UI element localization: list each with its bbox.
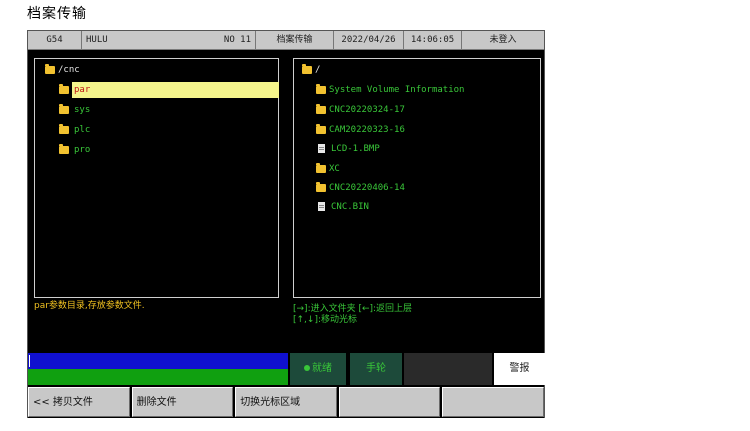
command-input-field[interactable] bbox=[28, 353, 288, 369]
list-item-label: CNC20220324-17 bbox=[329, 105, 405, 115]
time-display: 14:06:05 bbox=[404, 31, 462, 49]
right-hint-line-2: [↑,↓]:移动光标 bbox=[293, 315, 357, 325]
folder-icon bbox=[316, 83, 326, 94]
handwheel-mode-status: 手轮 bbox=[350, 353, 402, 385]
message-line bbox=[28, 369, 288, 385]
folder-icon bbox=[316, 181, 326, 192]
list-item-label: pro bbox=[74, 145, 91, 155]
copy-file-softkey[interactable]: << 拷贝文件 bbox=[28, 387, 130, 417]
list-item-label: XC bbox=[329, 164, 340, 174]
list-item[interactable]: LCD-1.BMP bbox=[316, 141, 380, 157]
coordinate-mode: G54 bbox=[28, 31, 82, 49]
folder-icon bbox=[59, 143, 69, 154]
list-item-label: System Volume Information bbox=[329, 85, 465, 95]
left-hint-text: par参数目录,存放参数文件. bbox=[34, 301, 145, 311]
date-display: 2022/04/26 bbox=[334, 31, 404, 49]
usb-file-panel[interactable]: / System Volume Information CNC20220324-… bbox=[293, 58, 541, 298]
delete-file-softkey[interactable]: 删除文件 bbox=[131, 387, 234, 417]
list-item-label: CNC.BIN bbox=[331, 202, 369, 212]
file-icon bbox=[318, 202, 325, 211]
list-item[interactable]: CNC20220406-14 bbox=[316, 180, 405, 196]
list-item[interactable]: XC bbox=[316, 161, 340, 177]
list-item[interactable]: par bbox=[59, 82, 279, 98]
folder-icon bbox=[316, 103, 326, 114]
usb-root-path: / bbox=[315, 65, 321, 75]
page-title: 档案传输 bbox=[27, 6, 87, 22]
list-item[interactable]: CAM20220323-16 bbox=[316, 122, 405, 138]
list-item[interactable]: CNC20220324-17 bbox=[316, 102, 405, 118]
local-root-row[interactable]: /cnc bbox=[45, 62, 80, 78]
list-item[interactable]: pro bbox=[59, 142, 90, 158]
alarm-button[interactable]: 警报 bbox=[494, 353, 545, 385]
folder-open-icon bbox=[45, 63, 55, 74]
cnc-screen: G54 HULU NO 11 档案传输 2022/04/26 14:06:05 … bbox=[27, 30, 545, 418]
status-dot-icon bbox=[304, 365, 310, 371]
list-item-label: sys bbox=[74, 105, 91, 115]
list-item[interactable]: CNC.BIN bbox=[316, 199, 369, 215]
status-bar: G54 HULU NO 11 档案传输 2022/04/26 14:06:05 … bbox=[28, 31, 544, 50]
folder-icon bbox=[59, 123, 69, 134]
function-name: 档案传输 bbox=[256, 31, 334, 49]
ready-label: 就绪 bbox=[312, 363, 332, 374]
program-number: NO 11 bbox=[223, 35, 251, 45]
list-item-label: CNC20220406-14 bbox=[329, 183, 405, 193]
text-cursor bbox=[29, 355, 30, 367]
file-icon bbox=[318, 144, 325, 153]
list-item[interactable]: plc bbox=[59, 122, 90, 138]
softkey-bar: << 拷贝文件 删除文件 切换光标区域 bbox=[28, 387, 544, 418]
softkey-4[interactable] bbox=[338, 387, 441, 417]
list-item[interactable]: System Volume Information bbox=[316, 82, 464, 98]
list-item-label: LCD-1.BMP bbox=[331, 144, 380, 154]
right-hint-line-1: [→]:进入文件夹 [←]:返回上层 bbox=[293, 304, 413, 314]
folder-icon bbox=[59, 83, 69, 94]
softkey-5[interactable] bbox=[442, 387, 544, 417]
folder-icon bbox=[316, 123, 326, 134]
ready-status: 就绪 bbox=[290, 353, 346, 385]
switch-cursor-area-softkey[interactable]: 切换光标区域 bbox=[235, 387, 337, 417]
user-name: HULU bbox=[86, 35, 108, 45]
folder-icon bbox=[59, 103, 69, 114]
local-root-path: /cnc bbox=[58, 65, 80, 75]
folder-open-icon bbox=[302, 63, 312, 74]
login-status[interactable]: 未登入 bbox=[462, 31, 544, 49]
list-item-label: plc bbox=[74, 125, 91, 135]
user-program-cell: HULU NO 11 bbox=[82, 31, 256, 49]
usb-root-row[interactable]: / bbox=[302, 62, 320, 78]
list-item-label: par bbox=[72, 82, 279, 98]
folder-icon bbox=[316, 162, 326, 173]
list-item-label: CAM20220323-16 bbox=[329, 125, 405, 135]
status-blank bbox=[404, 353, 492, 385]
list-item[interactable]: sys bbox=[59, 102, 90, 118]
command-input-bar[interactable] bbox=[28, 353, 288, 385]
local-file-panel[interactable]: /cnc par sys plc pro bbox=[34, 58, 279, 298]
